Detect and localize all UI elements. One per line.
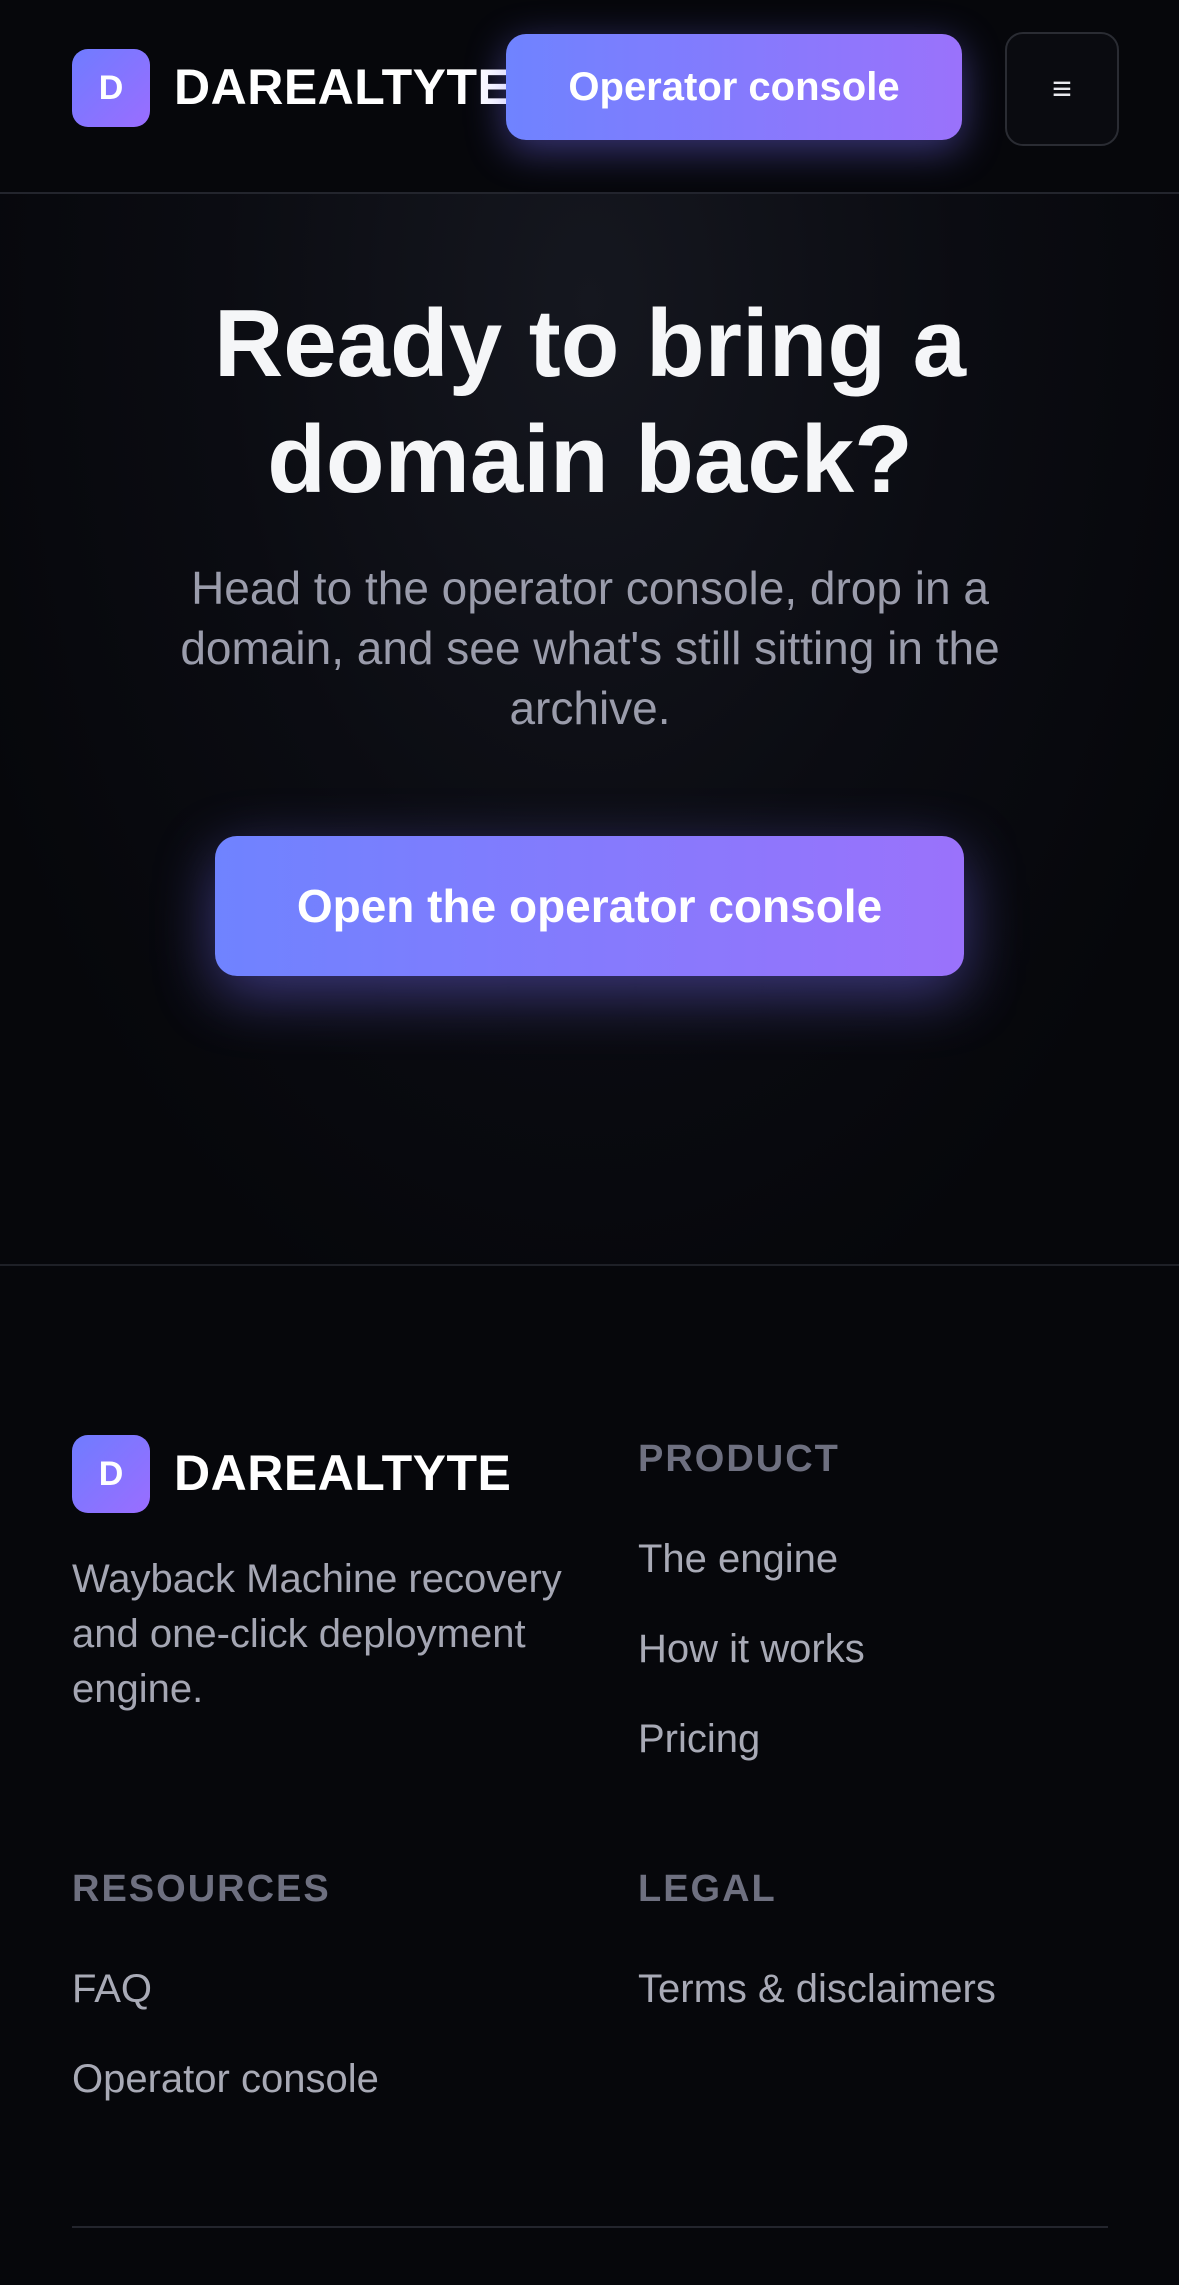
- footer-link-how-it-works[interactable]: How it works: [638, 1627, 865, 1672]
- hero-title-line-2: domain back?: [267, 406, 913, 513]
- open-operator-console-button[interactable]: Open the operator console: [215, 836, 964, 976]
- brand-logo-mark[interactable]: D: [72, 49, 150, 127]
- cta-section: Ready to bring a domain back? Head to th…: [0, 194, 1179, 1264]
- footer-logo-mark[interactable]: D: [72, 1435, 150, 1513]
- footer-heading-product: PRODUCT: [638, 1438, 840, 1480]
- footer-link-operator-console[interactable]: Operator console: [72, 2057, 379, 2102]
- footer-link-pricing[interactable]: Pricing: [638, 1717, 760, 1762]
- footer-heading-legal: LEGAL: [638, 1868, 777, 1910]
- footer-brand-name[interactable]: DAREALTYTE: [174, 1444, 511, 1502]
- section-divider: [0, 1264, 1179, 1266]
- menu-button[interactable]: ≡: [1005, 32, 1119, 146]
- footer-tagline: Wayback Machine recovery and one-click d…: [72, 1557, 562, 1711]
- hero-title: Ready to bring a domain back?: [90, 286, 1090, 518]
- hero-title-line-1: Ready to bring a: [213, 290, 967, 397]
- footer-heading-resources: RESOURCES: [72, 1868, 331, 1910]
- site-header: D DAREALTYTE Operator console ≡: [0, 0, 1179, 194]
- footer-link-terms-disclaimers[interactable]: Terms & disclaimers: [638, 1967, 996, 2012]
- footer-bottom-rule: [72, 2226, 1108, 2228]
- brand-name[interactable]: DAREALTYTE: [174, 58, 511, 116]
- footer-link-faq[interactable]: FAQ: [72, 1967, 152, 2012]
- footer-link-the-engine[interactable]: The engine: [638, 1537, 838, 1582]
- hero-description: Head to the operator console, drop in a …: [180, 562, 1000, 734]
- hamburger-menu-icon: ≡: [1052, 69, 1072, 108]
- operator-console-button[interactable]: Operator console: [506, 34, 962, 140]
